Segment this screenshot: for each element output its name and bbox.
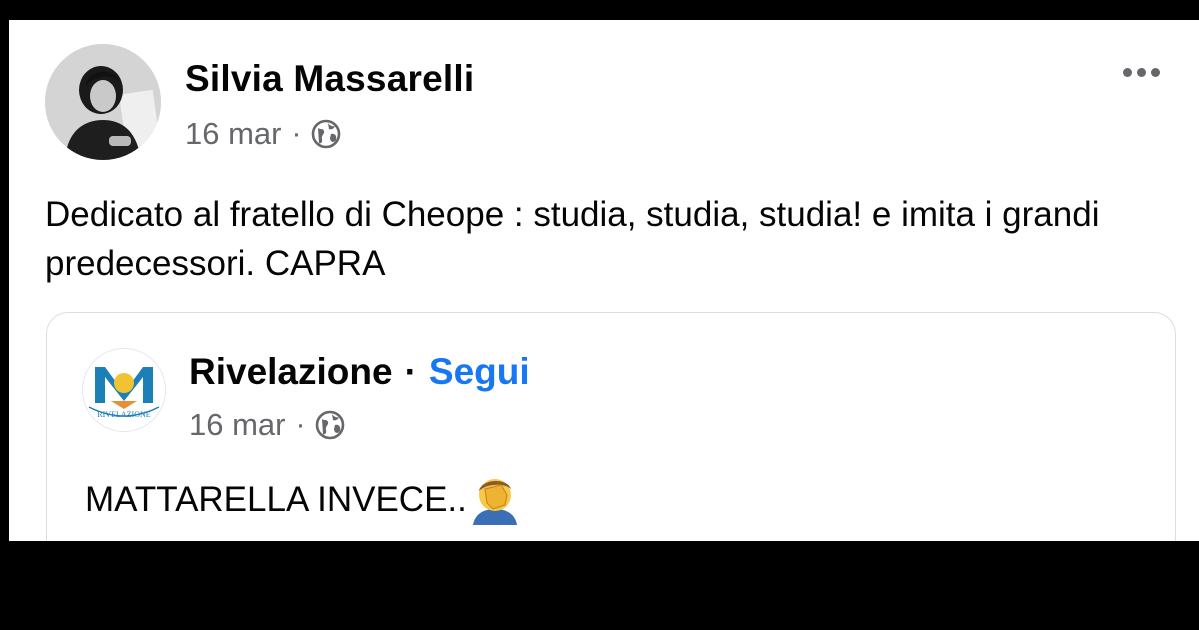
- separator-dot: ·: [295, 408, 306, 441]
- more-options-button[interactable]: [1121, 60, 1162, 85]
- author-avatar[interactable]: [45, 44, 161, 160]
- shared-post-meta: 16 mar ·: [189, 407, 345, 443]
- more-dot-icon: [1123, 68, 1132, 77]
- shared-post-text-content: MATTARELLA INVECE..: [85, 480, 467, 519]
- post-meta: 16 mar ·: [185, 116, 341, 152]
- separator-dot: ·: [291, 117, 302, 150]
- page-name[interactable]: Rivelazione: [189, 351, 393, 393]
- globe-icon: [312, 119, 341, 149]
- globe-icon: [316, 410, 345, 440]
- more-dot-icon: [1137, 68, 1146, 77]
- avatar-photo-icon: [45, 44, 161, 160]
- page-name-row: Rivelazione · Segui: [189, 351, 530, 393]
- shared-post[interactable]: RIVELAZIONE Rivelazione · Segui 16 mar ·…: [46, 312, 1176, 541]
- svg-text:RIVELAZIONE: RIVELAZIONE: [97, 410, 150, 419]
- facepalm-emoji-icon: [472, 479, 517, 525]
- author-name[interactable]: Silvia Massarelli: [185, 58, 474, 100]
- shared-post-date[interactable]: 16 mar: [189, 407, 285, 443]
- follow-button[interactable]: Segui: [429, 351, 530, 393]
- page-logo[interactable]: RIVELAZIONE: [82, 348, 166, 432]
- rivelazione-logo-icon: RIVELAZIONE: [83, 349, 165, 431]
- shared-post-text: MATTARELLA INVECE..: [85, 475, 523, 525]
- post-date[interactable]: 16 mar: [185, 116, 281, 152]
- more-dot-icon: [1151, 68, 1160, 77]
- post-text: Dedicato al fratello di Cheope : studia,…: [45, 195, 1100, 283]
- post-card: Silvia Massarelli 16 mar · Dedicato al f…: [9, 20, 1199, 541]
- separator-dot: ·: [404, 351, 417, 392]
